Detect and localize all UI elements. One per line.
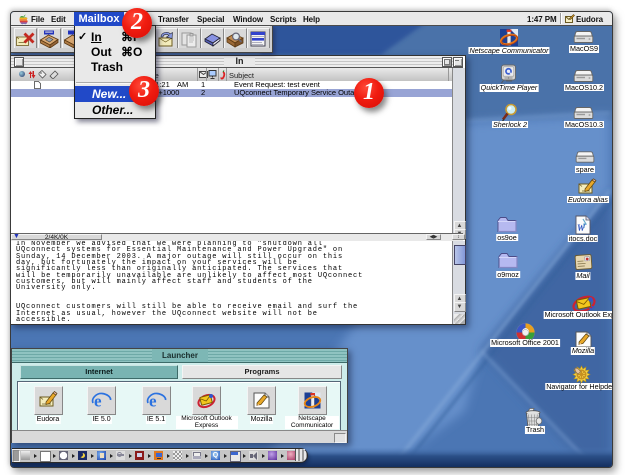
svg-text:W: W	[577, 223, 586, 233]
